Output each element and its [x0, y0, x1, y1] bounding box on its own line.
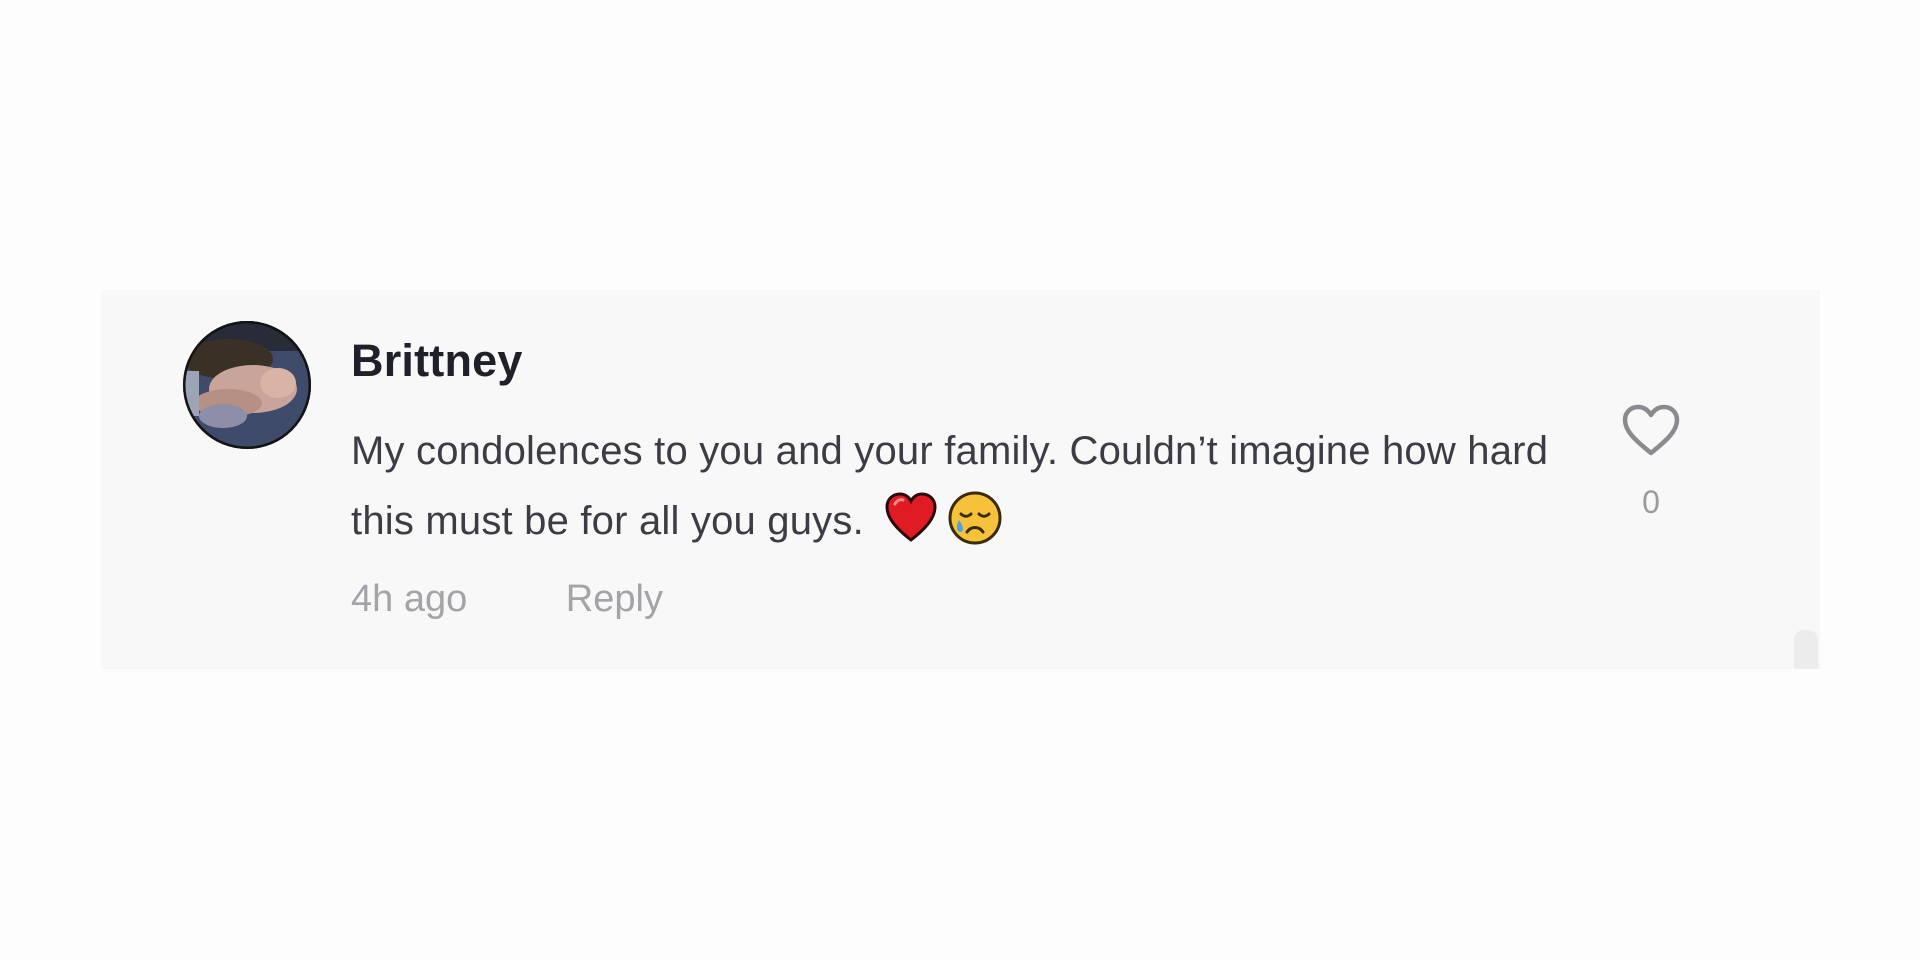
avatar[interactable]	[183, 321, 311, 449]
user-avatar-photo	[183, 321, 311, 449]
like-count: 0	[1642, 484, 1660, 520]
like-button[interactable]	[1620, 402, 1682, 458]
comment-text: My condolences to you and your family. C…	[351, 416, 1601, 556]
comment-username[interactable]: Brittney	[351, 338, 523, 383]
sad-face-emoji-icon	[947, 490, 1003, 546]
reply-button[interactable]: Reply	[566, 578, 663, 620]
comment-timestamp: 4h ago	[351, 578, 468, 620]
comment-meta: 4h ago Reply	[351, 580, 663, 618]
red-heart-emoji-icon	[883, 490, 939, 546]
heart-outline-icon	[1622, 404, 1680, 456]
scrollbar-thumb[interactable]	[1794, 630, 1818, 669]
